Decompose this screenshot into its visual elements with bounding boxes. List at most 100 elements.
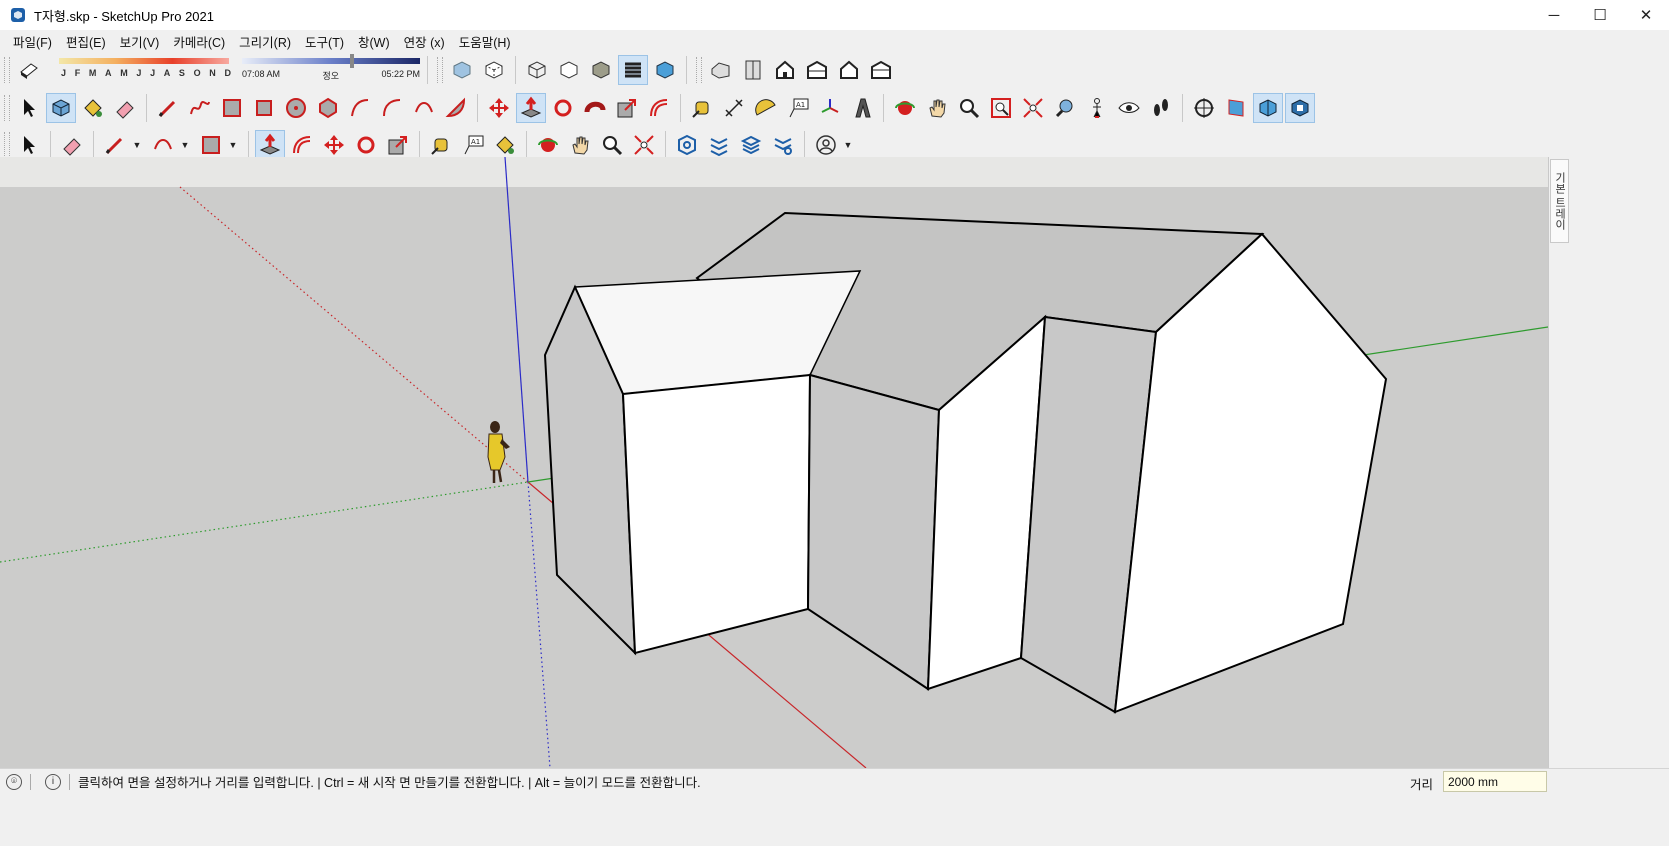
3d-text-button[interactable] bbox=[847, 93, 877, 123]
position-camera-button[interactable] bbox=[1082, 93, 1112, 123]
maximize-button[interactable]: ☐ bbox=[1577, 0, 1623, 30]
push-pull-tool-button[interactable] bbox=[516, 93, 546, 123]
move-tool-button[interactable] bbox=[484, 93, 514, 123]
rotated-rectangle-button[interactable] bbox=[249, 93, 279, 123]
info-icon[interactable]: i bbox=[45, 773, 61, 790]
default-tray-tab[interactable]: 기본 트레이 bbox=[1550, 159, 1569, 243]
minimize-button[interactable]: ─ bbox=[1531, 0, 1577, 30]
look-around-button[interactable] bbox=[1114, 93, 1144, 123]
text-tool-button[interactable]: A1 bbox=[783, 93, 813, 123]
display-section-planes-button[interactable] bbox=[1221, 93, 1251, 123]
select-tool-button[interactable] bbox=[14, 93, 44, 123]
pan-tool-button-2[interactable] bbox=[565, 130, 595, 160]
display-section-cuts-button[interactable] bbox=[1253, 93, 1283, 123]
shaded-style-button[interactable] bbox=[586, 55, 616, 85]
menu-view[interactable]: 보기(V) bbox=[113, 32, 167, 51]
dimensions-tool-button[interactable] bbox=[719, 93, 749, 123]
3d-warehouse-button[interactable] bbox=[672, 130, 702, 160]
geo-location-icon[interactable]: ⌾ bbox=[6, 773, 22, 790]
front-view-button[interactable] bbox=[770, 55, 800, 85]
modeling-viewport[interactable] bbox=[0, 157, 1548, 768]
measurements-input[interactable]: 2000 mm bbox=[1443, 771, 1547, 792]
previous-view-button[interactable] bbox=[1050, 93, 1080, 123]
monochrome-style-button[interactable] bbox=[650, 55, 680, 85]
push-pull-tool-button-2[interactable] bbox=[255, 130, 285, 160]
scale-figure[interactable] bbox=[487, 421, 510, 483]
follow-me-tool-button[interactable] bbox=[580, 93, 610, 123]
circle-tool-button[interactable] bbox=[281, 93, 311, 123]
section-plane-button[interactable] bbox=[1189, 93, 1219, 123]
protractor-button[interactable] bbox=[751, 93, 781, 123]
pan-tool-button[interactable] bbox=[922, 93, 952, 123]
top-view-button[interactable] bbox=[738, 55, 768, 85]
zoom-tool-button-2[interactable] bbox=[597, 130, 627, 160]
menu-help[interactable]: 도움말(H) bbox=[452, 32, 518, 51]
tape-measure-button-2[interactable] bbox=[426, 130, 456, 160]
select-tool-button-2[interactable] bbox=[14, 130, 44, 160]
wing-front-face[interactable] bbox=[621, 373, 812, 655]
walk-button[interactable] bbox=[1146, 93, 1176, 123]
arc-tools-dropdown[interactable]: ▼ bbox=[179, 130, 191, 160]
shadows-toggle-button[interactable] bbox=[14, 55, 44, 85]
menu-camera[interactable]: 카메라(C) bbox=[166, 32, 232, 51]
right-view-button[interactable] bbox=[802, 55, 832, 85]
left-view-button[interactable] bbox=[866, 55, 896, 85]
shape-tool-button[interactable] bbox=[196, 130, 226, 160]
freehand-tool-button[interactable] bbox=[185, 93, 215, 123]
eraser-button-2[interactable] bbox=[57, 130, 87, 160]
polygon-tool-button[interactable] bbox=[313, 93, 343, 123]
zoom-tool-button[interactable] bbox=[954, 93, 984, 123]
time-slider-thumb[interactable] bbox=[350, 54, 354, 68]
arc-tool-button-2[interactable] bbox=[148, 130, 178, 160]
two-point-arc-button[interactable] bbox=[377, 93, 407, 123]
menu-tools[interactable]: 도구(T) bbox=[298, 32, 351, 51]
scale-tool-button[interactable] bbox=[612, 93, 642, 123]
iso-view-button[interactable] bbox=[706, 55, 736, 85]
make-component-button[interactable] bbox=[46, 93, 76, 123]
move-tool-button-2[interactable] bbox=[319, 130, 349, 160]
shape-tools-dropdown[interactable]: ▼ bbox=[227, 130, 239, 160]
account-button[interactable] bbox=[811, 130, 841, 160]
toolbar-grip[interactable] bbox=[437, 57, 443, 83]
toolbar-grip[interactable] bbox=[4, 57, 10, 83]
tape-measure-button[interactable] bbox=[687, 93, 717, 123]
menu-window[interactable]: 창(W) bbox=[351, 32, 397, 51]
hidden-line-style-button[interactable] bbox=[554, 55, 584, 85]
menu-edit[interactable]: 편집(E) bbox=[59, 32, 113, 51]
orbit-tool-button[interactable] bbox=[890, 93, 920, 123]
pie-tool-button[interactable] bbox=[441, 93, 471, 123]
back-edges-style-button[interactable] bbox=[479, 55, 509, 85]
paint-bucket-button-2[interactable] bbox=[490, 130, 520, 160]
scale-tool-button-2[interactable] bbox=[383, 130, 413, 160]
account-dropdown[interactable]: ▼ bbox=[842, 130, 854, 160]
line-tool-button[interactable] bbox=[153, 93, 183, 123]
arc-tool-button[interactable] bbox=[345, 93, 375, 123]
menu-extensions[interactable]: 연장 (x) bbox=[397, 32, 452, 51]
rotate-tool-button-2[interactable] bbox=[351, 130, 381, 160]
menu-file[interactable]: 파일(F) bbox=[6, 32, 59, 51]
back-view-button[interactable] bbox=[834, 55, 864, 85]
rectangle-tool-button[interactable] bbox=[217, 93, 247, 123]
layout-button[interactable] bbox=[736, 130, 766, 160]
offset-tool-button-2[interactable] bbox=[287, 130, 317, 160]
three-point-arc-button[interactable] bbox=[409, 93, 439, 123]
orbit-tool-button-2[interactable] bbox=[533, 130, 563, 160]
paint-bucket-button[interactable] bbox=[78, 93, 108, 123]
line-tool-button-2[interactable] bbox=[100, 130, 130, 160]
zoom-extents-button[interactable] bbox=[1018, 93, 1048, 123]
extension-manager-button[interactable] bbox=[768, 130, 798, 160]
scene-canvas[interactable] bbox=[0, 157, 1548, 768]
time-slider[interactable]: 07:08 AM 정오 05:22 PM bbox=[242, 54, 422, 86]
close-button[interactable]: ✕ bbox=[1623, 0, 1669, 30]
zoom-extents-button-2[interactable] bbox=[629, 130, 659, 160]
shaded-with-textures-style-button[interactable] bbox=[618, 55, 648, 85]
axes-tool-button[interactable] bbox=[815, 93, 845, 123]
date-slider[interactable]: J F M A M J J A S O N D bbox=[57, 54, 232, 86]
xray-style-button[interactable] bbox=[447, 55, 477, 85]
toolbar-grip[interactable] bbox=[4, 132, 10, 158]
wireframe-style-button[interactable] bbox=[522, 55, 552, 85]
display-section-fill-button[interactable] bbox=[1285, 93, 1315, 123]
offset-tool-button[interactable] bbox=[644, 93, 674, 123]
line-tools-dropdown[interactable]: ▼ bbox=[131, 130, 143, 160]
text-tool-button-2[interactable]: A1 bbox=[458, 130, 488, 160]
